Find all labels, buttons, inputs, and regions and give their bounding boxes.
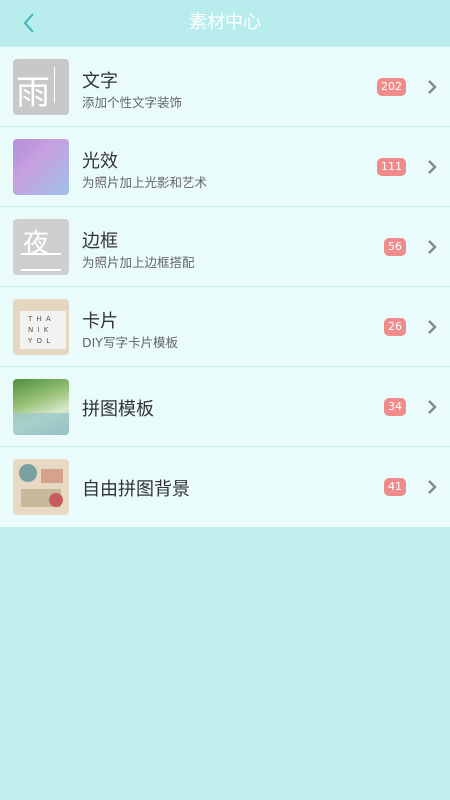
count-badge: 111	[377, 158, 406, 176]
page-title: 素材中心	[189, 12, 261, 33]
thumbnail-card-line: Y O L	[28, 337, 52, 345]
thumbnail-light-effect	[13, 139, 69, 195]
list-item-free-collage-background[interactable]: 自由拼图背景 41	[0, 447, 450, 527]
thumbnail-decor	[54, 67, 65, 103]
material-list: 雨 文字 添加个性文字装饰 202 光效 为照片加上光影和艺术 111 夜 边框…	[0, 47, 450, 527]
thumbnail-decor	[13, 413, 69, 435]
item-subtitle: 为照片加上光影和艺术	[82, 175, 208, 190]
thumbnail-card: T H A N I K Y O L	[13, 299, 69, 355]
chevron-right-icon	[428, 480, 437, 494]
item-title: 文字	[82, 71, 118, 92]
chevron-right-icon	[428, 80, 437, 94]
thumbnail-decor	[49, 493, 63, 507]
item-title: 光效	[82, 151, 118, 172]
thumbnail-free-collage-background	[13, 459, 69, 515]
thumbnail-text: 雨	[13, 59, 69, 115]
thumbnail-decor	[21, 253, 61, 271]
thumbnail-card-line: T H A	[28, 315, 52, 323]
chevron-right-icon	[428, 240, 437, 254]
chevron-right-icon	[428, 160, 437, 174]
item-title: 卡片	[82, 311, 118, 332]
list-item-card[interactable]: T H A N I K Y O L 卡片 DIY写字卡片模板 26	[0, 287, 450, 367]
item-subtitle: 为照片加上边框搭配	[82, 255, 195, 270]
item-title: 拼图模板	[82, 399, 154, 420]
thumbnail-frame: 夜	[13, 219, 69, 275]
thumbnail-decor	[41, 469, 63, 483]
count-badge: 56	[384, 238, 406, 256]
thumbnail-decor	[19, 464, 37, 482]
count-badge: 41	[384, 478, 406, 496]
list-item-light-effect[interactable]: 光效 为照片加上光影和艺术 111	[0, 127, 450, 207]
thumbnail-collage-template	[13, 379, 69, 435]
chevron-right-icon	[428, 400, 437, 414]
list-item-collage-template[interactable]: 拼图模板 34	[0, 367, 450, 447]
thumbnail-card-line: N I K	[28, 326, 50, 334]
top-bar: 素材中心	[0, 0, 450, 46]
item-subtitle: DIY写字卡片模板	[82, 335, 178, 350]
count-badge: 202	[377, 78, 406, 96]
item-title: 边框	[82, 231, 118, 252]
item-subtitle: 添加个性文字装饰	[82, 95, 183, 110]
count-badge: 26	[384, 318, 406, 336]
thumbnail-text-glyph: 雨	[16, 73, 50, 113]
list-item-frame[interactable]: 夜 边框 为照片加上边框搭配 56	[0, 207, 450, 287]
list-item-text[interactable]: 雨 文字 添加个性文字装饰 202	[0, 47, 450, 127]
item-title: 自由拼图背景	[82, 479, 190, 500]
chevron-right-icon	[428, 320, 437, 334]
count-badge: 34	[384, 398, 406, 416]
